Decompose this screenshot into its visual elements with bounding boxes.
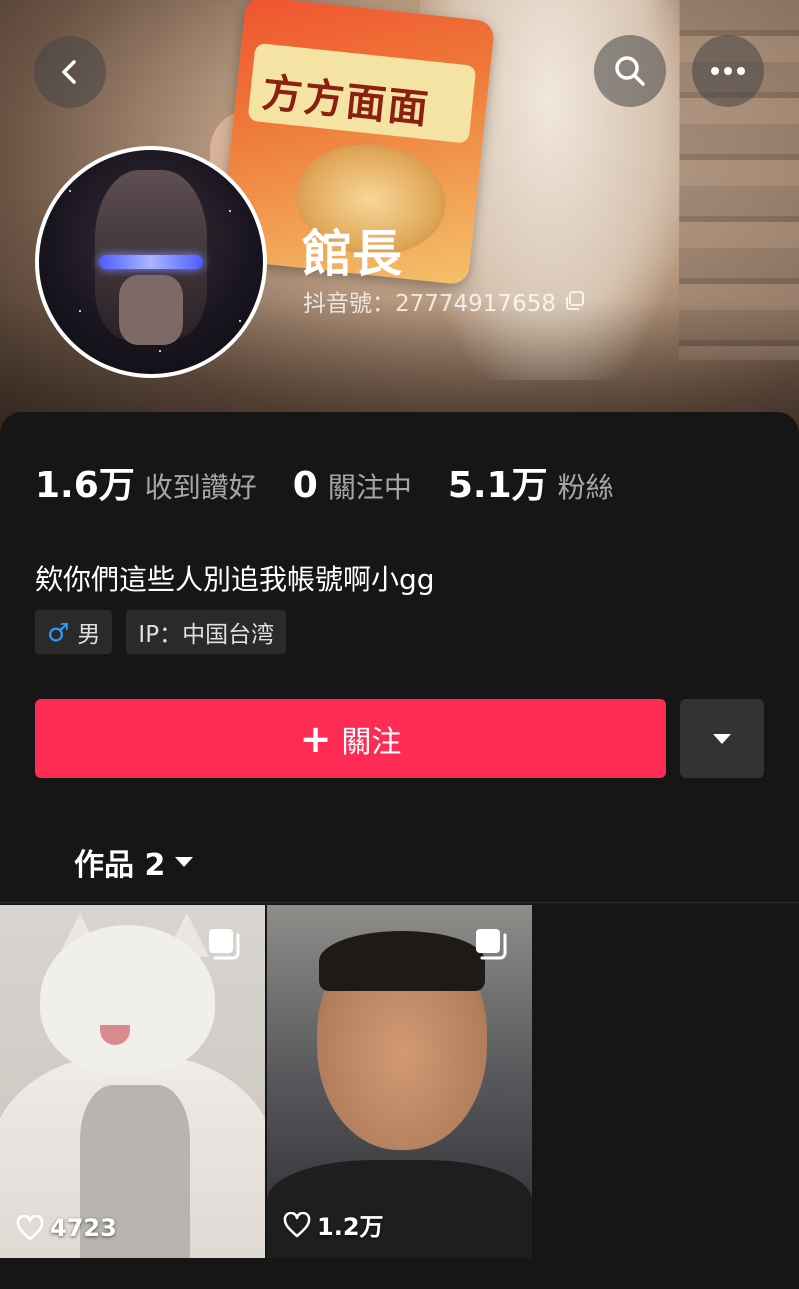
follow-label: 關注 <box>341 724 402 760</box>
stat-likes[interactable]: 1.6万 收到讚好 <box>35 456 257 508</box>
caret-down-icon <box>175 857 194 867</box>
copy-icon[interactable] <box>564 290 586 312</box>
multi-image-icon <box>476 929 507 960</box>
thumbnail-cat-head <box>40 925 215 1075</box>
avatar-face <box>119 275 183 345</box>
video-likes: 4723 <box>16 1214 117 1242</box>
profile-stats: 1.6万 收到讚好 0 關注中 5.1万 粉絲 <box>35 456 650 506</box>
video-likes-count: 4723 <box>50 1214 117 1242</box>
stat-following-label: 關注中 <box>327 471 412 504</box>
follow-button[interactable]: + 關注 <box>35 699 666 778</box>
search-button[interactable] <box>594 35 666 107</box>
video-thumbnail[interactable]: 1.2万 <box>267 905 532 1258</box>
video-thumbnail[interactable]: 4723 <box>0 905 265 1258</box>
douyin-id[interactable]: 抖音號：27774917658 <box>303 284 586 318</box>
works-tab-label: 作品 2 <box>74 848 166 883</box>
gender-label: 男 <box>77 622 101 648</box>
tab-works[interactable]: 作品 2 <box>74 840 195 884</box>
video-likes-count: 1.2万 <box>317 1213 384 1241</box>
ip-label: IP：中国台湾 <box>138 622 275 648</box>
back-arrow-icon <box>62 60 76 84</box>
avatar[interactable] <box>35 146 267 378</box>
stat-likes-value: 1.6万 <box>35 465 135 506</box>
heart-icon <box>283 1211 311 1237</box>
recommend-dropdown-button[interactable] <box>680 699 764 778</box>
thumbnail-man-hair <box>319 931 485 991</box>
stat-likes-label: 收到讚好 <box>144 471 257 504</box>
heart-icon <box>16 1215 44 1241</box>
avatar-star <box>239 320 241 322</box>
avatar-star <box>69 190 71 192</box>
gender-tag: ♂ 男 <box>35 610 113 654</box>
profile-name: 館長 <box>302 225 402 283</box>
stat-followers[interactable]: 5.1万 粉絲 <box>448 456 614 508</box>
avatar-visor <box>99 255 203 269</box>
more-button[interactable] <box>692 35 764 107</box>
plus-icon: + <box>299 716 332 761</box>
multi-image-icon <box>209 929 240 960</box>
works-divider <box>0 902 799 903</box>
male-icon: ♂ <box>47 617 70 647</box>
more-icon <box>711 67 745 75</box>
profile-tags: ♂ 男 IP：中国台湾 <box>35 610 287 654</box>
stat-followers-label: 粉絲 <box>557 471 614 504</box>
caret-down-icon <box>713 733 731 744</box>
avatar-star <box>79 310 81 312</box>
back-button[interactable] <box>34 36 106 108</box>
douyin-id-text: 抖音號：27774917658 <box>303 291 556 317</box>
stat-following-value: 0 <box>292 465 318 506</box>
avatar-star <box>159 350 161 352</box>
stat-following[interactable]: 0 關注中 <box>293 465 412 506</box>
stat-followers-value: 5.1万 <box>447 465 548 506</box>
video-likes: 1.2万 <box>283 1207 384 1242</box>
profile-bio: 欸你們這些人別追我帳號啊小gg <box>35 563 435 596</box>
ip-tag: IP：中国台湾 <box>126 610 287 654</box>
search-icon <box>615 56 645 86</box>
avatar-star <box>229 210 231 212</box>
